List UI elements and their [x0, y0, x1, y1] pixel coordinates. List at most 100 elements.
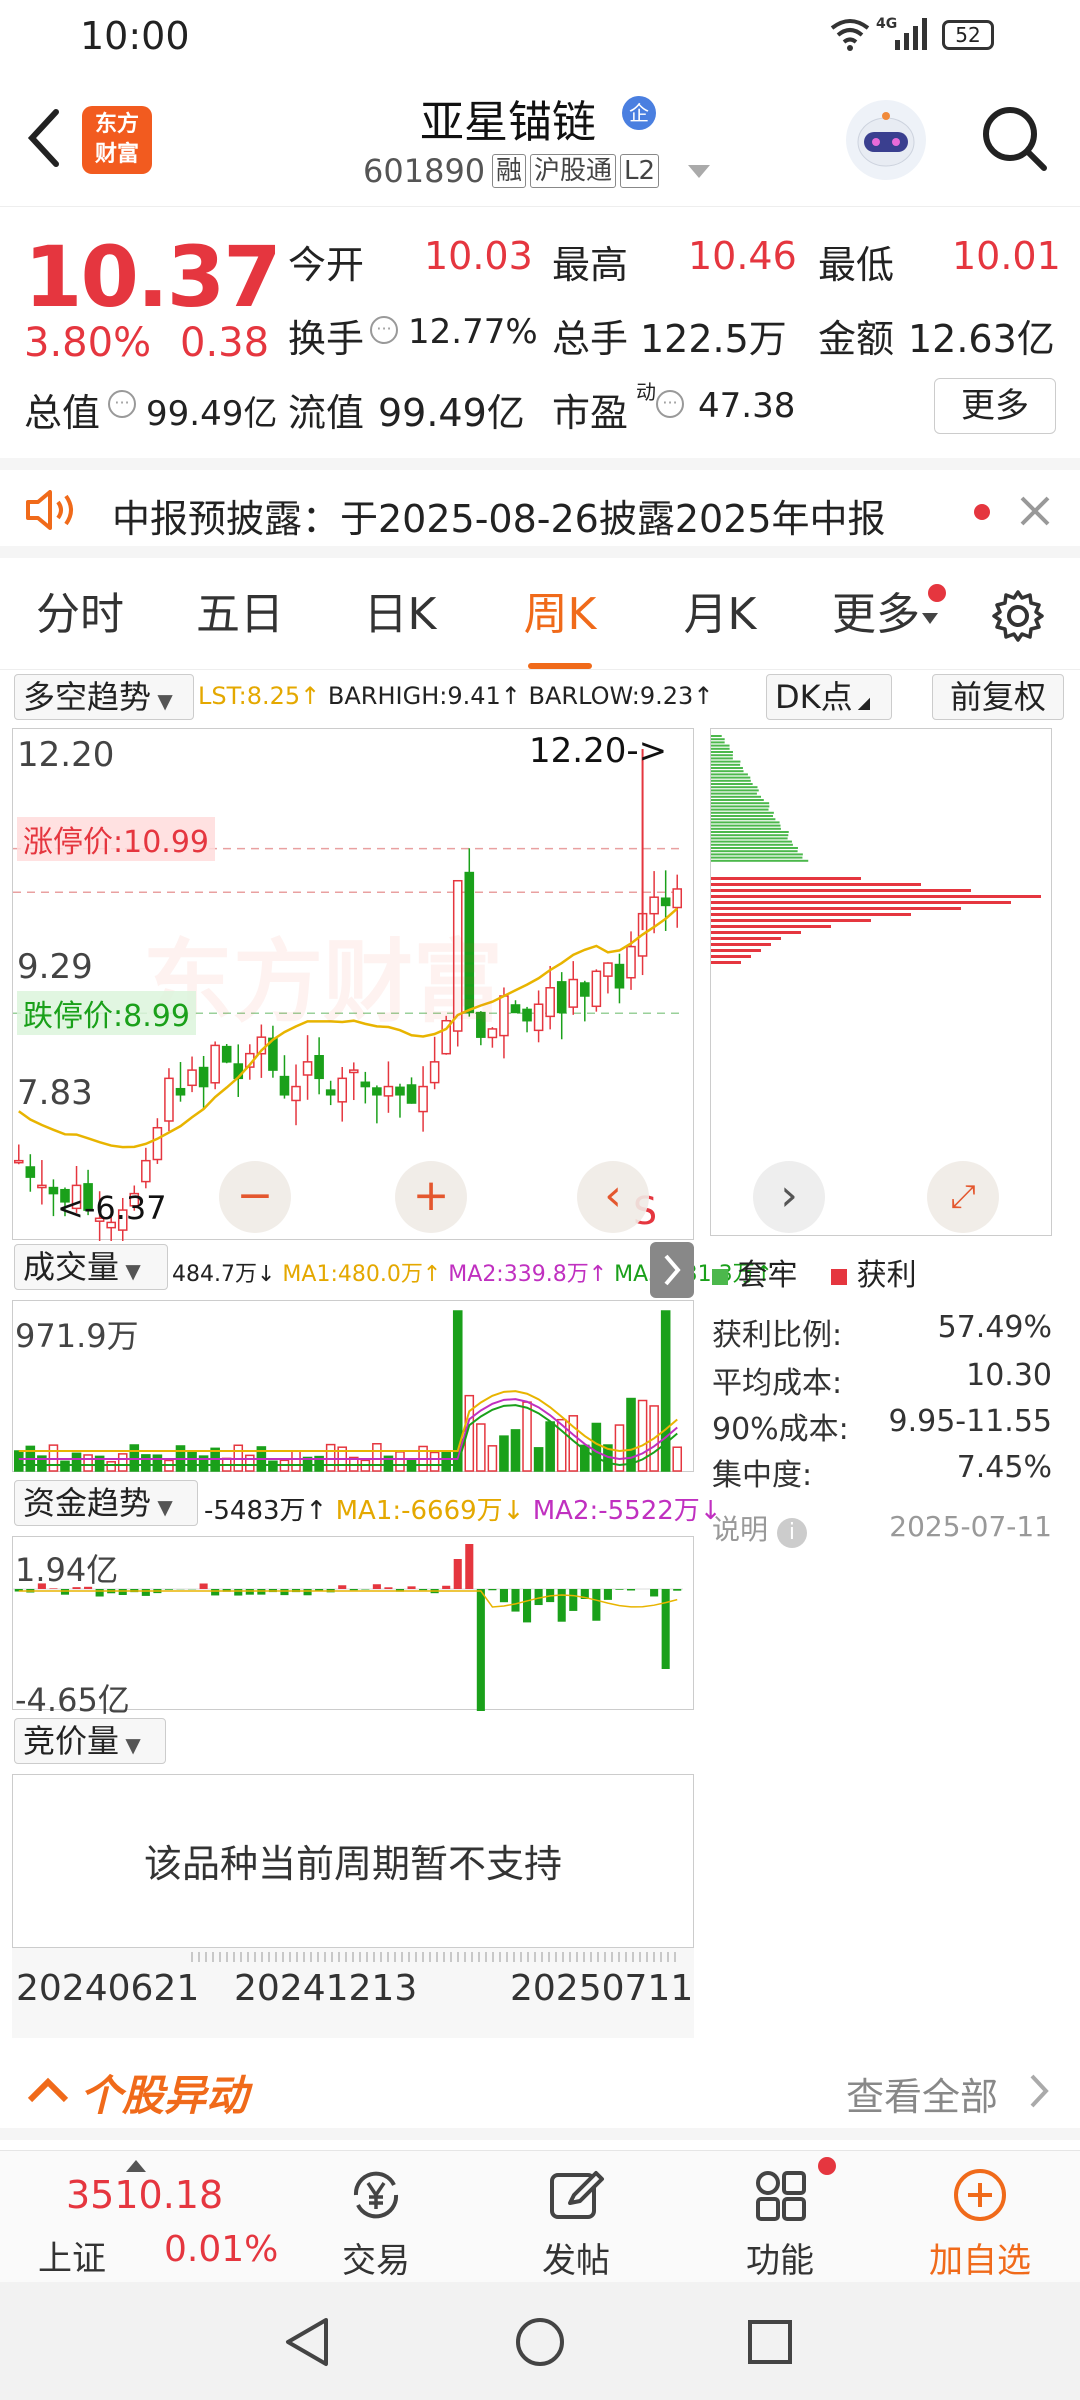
- chip-bar-trapped: [711, 805, 770, 808]
- volume-bar: [429, 1451, 440, 1472]
- chip-row-value: 7.45%: [956, 1450, 1052, 1485]
- volume-bar: [325, 1443, 336, 1472]
- stock-movement-section[interactable]: 个股异动 查看全部: [0, 2040, 1080, 2140]
- robot-assistant-icon[interactable]: [846, 100, 926, 180]
- chip-bar-trapped: [711, 763, 741, 766]
- adjust-button[interactable]: 前复权: [932, 674, 1064, 720]
- turnover-label: 换手: [288, 317, 365, 361]
- prev-button[interactable]: ‹: [577, 1161, 649, 1233]
- chip-bar-trapped: [711, 799, 764, 801]
- date-axis[interactable]: 20240621 20241213 20250711: [12, 1948, 694, 2038]
- indicator-select[interactable]: 多空趋势 ▼: [14, 674, 194, 720]
- auction-panel: 该品种当前周期暂不支持: [12, 1774, 694, 1948]
- nav-functions[interactable]: 功能: [680, 2151, 880, 2283]
- y-label-2: 9.29: [17, 947, 93, 987]
- tab-more[interactable]: 更多: [826, 560, 926, 670]
- tab-month-k[interactable]: 月K: [660, 560, 780, 670]
- fund-bar: [673, 1589, 682, 1591]
- chip-distribution-panel[interactable]: › ⤢: [710, 728, 1052, 1236]
- candle: [418, 1085, 428, 1113]
- nav-add-watchlist[interactable]: 加自选: [880, 2151, 1080, 2283]
- limit-up-label: 涨停价:10.99: [17, 817, 215, 861]
- auction-indicator-select[interactable]: 竞价量 ▼: [14, 1718, 166, 1764]
- index-value[interactable]: 3510.18: [66, 2173, 223, 2217]
- chip-explain-link[interactable]: 说明 i: [712, 1508, 807, 1548]
- fund-bar: [280, 1589, 289, 1596]
- candle: [556, 981, 567, 1014]
- candle: [383, 1085, 394, 1097]
- date-label-mid: 20241213: [234, 1968, 418, 2009]
- kline-panel[interactable]: 东方财富 12.20 涨停价:10.99 9.29 跌停价:8.99 7.83 …: [12, 728, 694, 1256]
- volume-panel[interactable]: 971.9万: [12, 1300, 694, 1472]
- current-price: 10.37: [24, 228, 282, 326]
- volume-indicator-select[interactable]: 成交量 ▼: [14, 1244, 168, 1290]
- notice-bar[interactable]: 中报预披露：于2025-08-26披露2025年中报: [0, 458, 1080, 558]
- chip-legend: 套牢 获利: [712, 1250, 917, 1294]
- chip-row-value: 9.95-11.55: [888, 1404, 1052, 1439]
- search-icon[interactable]: [978, 102, 1050, 178]
- back-arrow-icon[interactable]: [22, 106, 66, 174]
- info-dots-icon[interactable]: ···: [656, 390, 684, 418]
- view-all-link[interactable]: 查看全部: [846, 2066, 998, 2121]
- volume-bar: [395, 1451, 405, 1472]
- tab-week-k[interactable]: 周K: [500, 560, 620, 670]
- chevron-up-icon: [26, 2076, 70, 2108]
- index-name[interactable]: 上证: [38, 2231, 106, 2280]
- candle: [510, 1004, 521, 1014]
- expand-button[interactable]: ⤢: [927, 1161, 999, 1233]
- volume-label: 总手: [552, 317, 629, 361]
- home-circle-icon[interactable]: [514, 2316, 566, 2368]
- chip-bar-profit: [711, 913, 911, 916]
- more-quote-button[interactable]: 更多: [934, 378, 1056, 434]
- chevron-right-icon: ›: [780, 1170, 798, 1221]
- low-value: 10.01: [952, 234, 1061, 278]
- pe-label: 市盈: [552, 391, 629, 435]
- dropdown-triangle-icon[interactable]: [688, 164, 710, 183]
- fund-bar: [419, 1589, 428, 1591]
- expand-side-button[interactable]: [650, 1242, 694, 1298]
- logo-text-1: 东方: [94, 112, 139, 137]
- fund-trend-panel[interactable]: 1.94亿 -4.65亿: [12, 1536, 694, 1754]
- chip-bar-profit: [711, 877, 861, 880]
- candle: [348, 1069, 359, 1074]
- candle: [568, 978, 579, 1008]
- chip-bar-profit: [711, 943, 771, 946]
- nav-post[interactable]: 发帖: [476, 2151, 676, 2283]
- fund-value: -5483万↑: [204, 1496, 328, 1526]
- info-dots-icon[interactable]: ···: [108, 390, 136, 418]
- fund-max-label: 1.94亿: [15, 1551, 119, 1589]
- chip-bar-trapped: [711, 757, 733, 760]
- chip-bar-trapped: [711, 770, 744, 773]
- stock-code: 601890: [363, 152, 486, 190]
- fund-bar: [476, 1589, 485, 1754]
- fund-bar: [465, 1544, 474, 1589]
- next-button[interactable]: ›: [753, 1161, 825, 1233]
- chip-bar-profit: [711, 931, 801, 934]
- back-triangle-icon[interactable]: [282, 2316, 332, 2368]
- fund-bar: [523, 1589, 532, 1623]
- nav-post-label: 发帖: [542, 2241, 610, 2281]
- dk-point-button[interactable]: DK点 ◢: [766, 674, 892, 720]
- candle: [360, 1081, 371, 1088]
- info-dots-icon[interactable]: ···: [370, 316, 398, 344]
- zoom-in-button[interactable]: +: [395, 1161, 467, 1233]
- chip-bar-trapped: [711, 767, 743, 769]
- badge-l2[interactable]: L2: [620, 154, 660, 188]
- tab-day-k[interactable]: 日K: [340, 560, 460, 670]
- expand-icon: ⤢: [950, 1177, 976, 1215]
- candle: [672, 888, 683, 909]
- nav-trade[interactable]: 交易: [276, 2151, 476, 2283]
- zoom-out-button[interactable]: −: [219, 1161, 291, 1233]
- settings-gear-icon[interactable]: [990, 588, 1046, 648]
- tab-five-day[interactable]: 五日: [180, 560, 300, 670]
- tab-minute[interactable]: 分时: [20, 560, 140, 670]
- barlow-value: BARLOW:9.23↑: [528, 682, 714, 710]
- recents-square-icon[interactable]: [746, 2318, 794, 2366]
- chip-bar-trapped: [711, 747, 730, 750]
- candle: [187, 1069, 197, 1087]
- fund-indicator-select[interactable]: 资金趋势 ▼: [14, 1480, 198, 1526]
- chip-bar-profit: [711, 883, 921, 886]
- close-icon[interactable]: [1018, 494, 1052, 532]
- chip-bar-trapped: [711, 824, 781, 827]
- chip-bar-profit: [711, 901, 1011, 904]
